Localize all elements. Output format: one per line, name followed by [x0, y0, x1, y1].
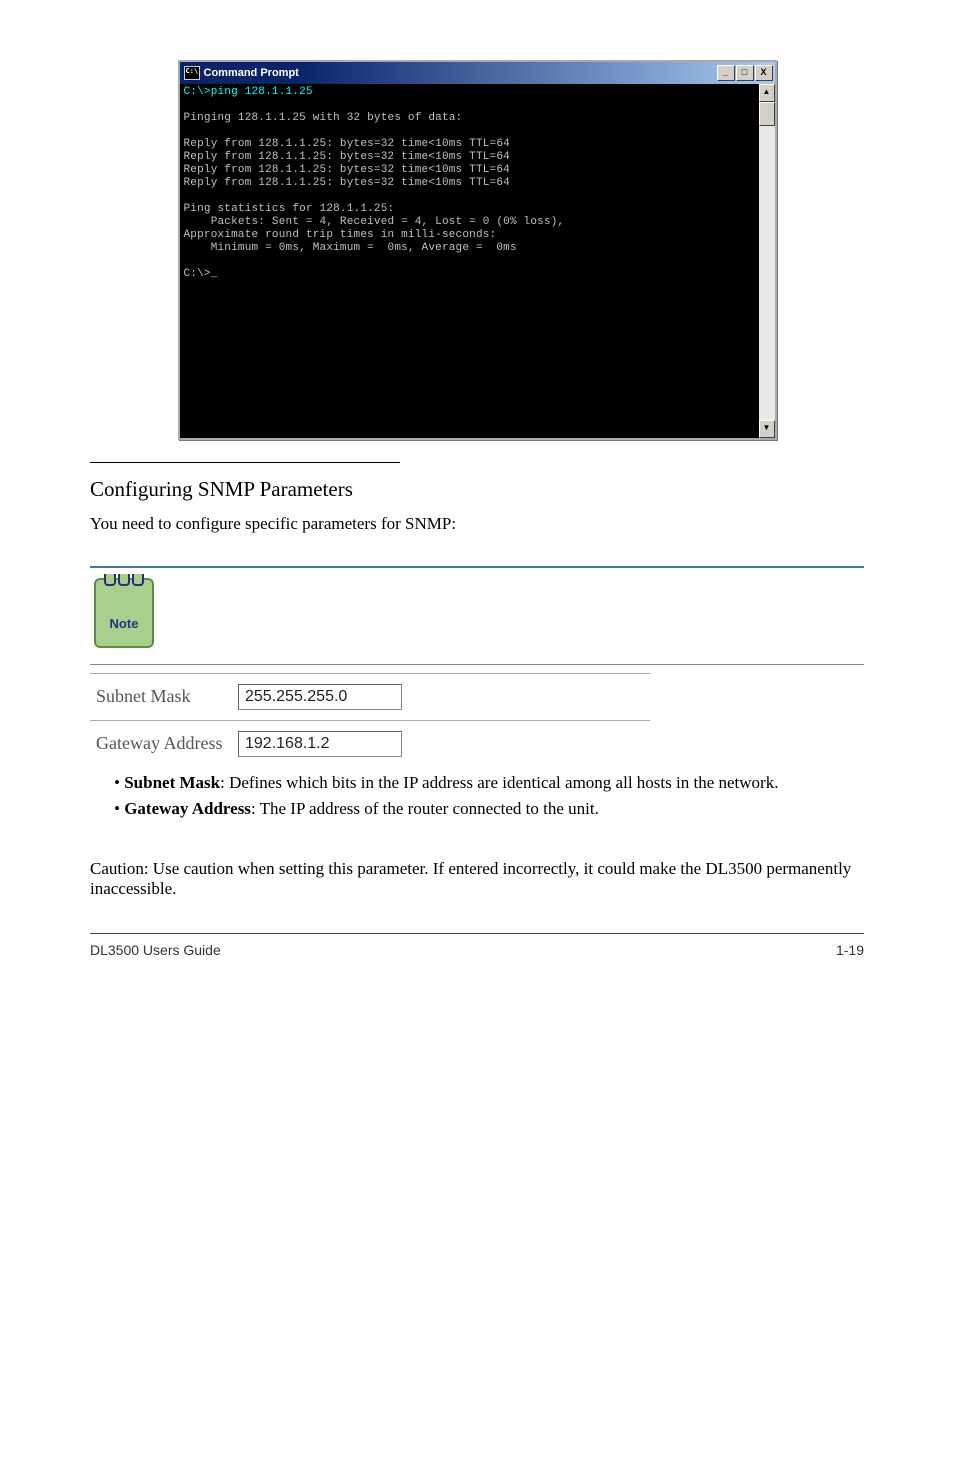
window-titlebar[interactable]: Command Prompt _ □ X	[180, 62, 775, 84]
terminal-line: Reply from 128.1.1.25: bytes=32 time<10m…	[184, 151, 510, 163]
bullet-subnet-mask: • Subnet Mask: Defines which bits in the…	[114, 773, 864, 793]
terminal-output[interactable]: C:\>ping 128.1.1.25 Pinging 128.1.1.25 w…	[180, 84, 759, 438]
cmd-app-icon	[184, 66, 200, 80]
section-divider	[90, 462, 400, 463]
subnet-mask-input[interactable]	[238, 684, 402, 710]
terminal-line: Approximate round trip times in milli-se…	[184, 229, 497, 241]
subnet-mask-label: Subnet Mask	[90, 673, 232, 720]
table-row: Gateway Address	[90, 720, 650, 767]
terminal-line: Reply from 128.1.1.25: bytes=32 time<10m…	[184, 138, 510, 150]
terminal-line: Packets: Sent = 4, Received = 4, Lost = …	[184, 216, 565, 228]
bullet-gateway-address: • Gateway Address: The IP address of the…	[114, 799, 864, 819]
note-callout: Note	[90, 566, 864, 665]
bullet-desc: : The IP address of the router connected…	[251, 799, 599, 818]
terminal-line: Reply from 128.1.1.25: bytes=32 time<10m…	[184, 177, 510, 189]
minimize-button[interactable]: _	[717, 65, 735, 81]
note-icon: Note	[94, 578, 154, 648]
bullet-desc: : Defines which bits in the IP address a…	[220, 773, 778, 792]
section-intro-text: You need to configure specific parameter…	[90, 512, 864, 536]
window-title: Command Prompt	[204, 67, 299, 79]
footer-left: DL3500 Users Guide	[90, 942, 221, 958]
scroll-track[interactable]	[759, 126, 775, 420]
vertical-scrollbar[interactable]: ▲ ▼	[759, 84, 775, 438]
terminal-line: Reply from 128.1.1.25: bytes=32 time<10m…	[184, 164, 510, 176]
gateway-address-label: Gateway Address	[90, 720, 232, 767]
gateway-address-input[interactable]	[238, 731, 402, 757]
terminal-line: Pinging 128.1.1.25 with 32 bytes of data…	[184, 112, 463, 124]
scroll-up-button[interactable]: ▲	[759, 84, 775, 102]
terminal-line: Ping statistics for 128.1.1.25:	[184, 203, 395, 215]
section-heading: Configuring SNMP Parameters	[90, 477, 864, 502]
scroll-thumb[interactable]	[759, 102, 775, 126]
footer-divider	[90, 933, 864, 934]
parameter-form-table: Subnet Mask Gateway Address	[90, 673, 650, 767]
command-prompt-window: Command Prompt _ □ X C:\>ping 128.1.1.25…	[178, 60, 777, 440]
note-icon-label: Note	[96, 616, 152, 631]
close-button[interactable]: X	[755, 65, 773, 81]
maximize-button[interactable]: □	[736, 65, 754, 81]
table-row: Subnet Mask	[90, 673, 650, 720]
terminal-line: C:\>ping 128.1.1.25	[184, 86, 313, 98]
bullet-term: Subnet Mask	[124, 773, 220, 792]
caution-text: Caution: Use caution when setting this p…	[90, 859, 864, 899]
terminal-line: C:\>_	[184, 268, 218, 280]
terminal-line: Minimum = 0ms, Maximum = 0ms, Average = …	[184, 242, 517, 254]
scroll-down-button[interactable]: ▼	[759, 420, 775, 438]
bullet-term: Gateway Address	[124, 799, 251, 818]
footer-right: 1-19	[836, 942, 864, 958]
